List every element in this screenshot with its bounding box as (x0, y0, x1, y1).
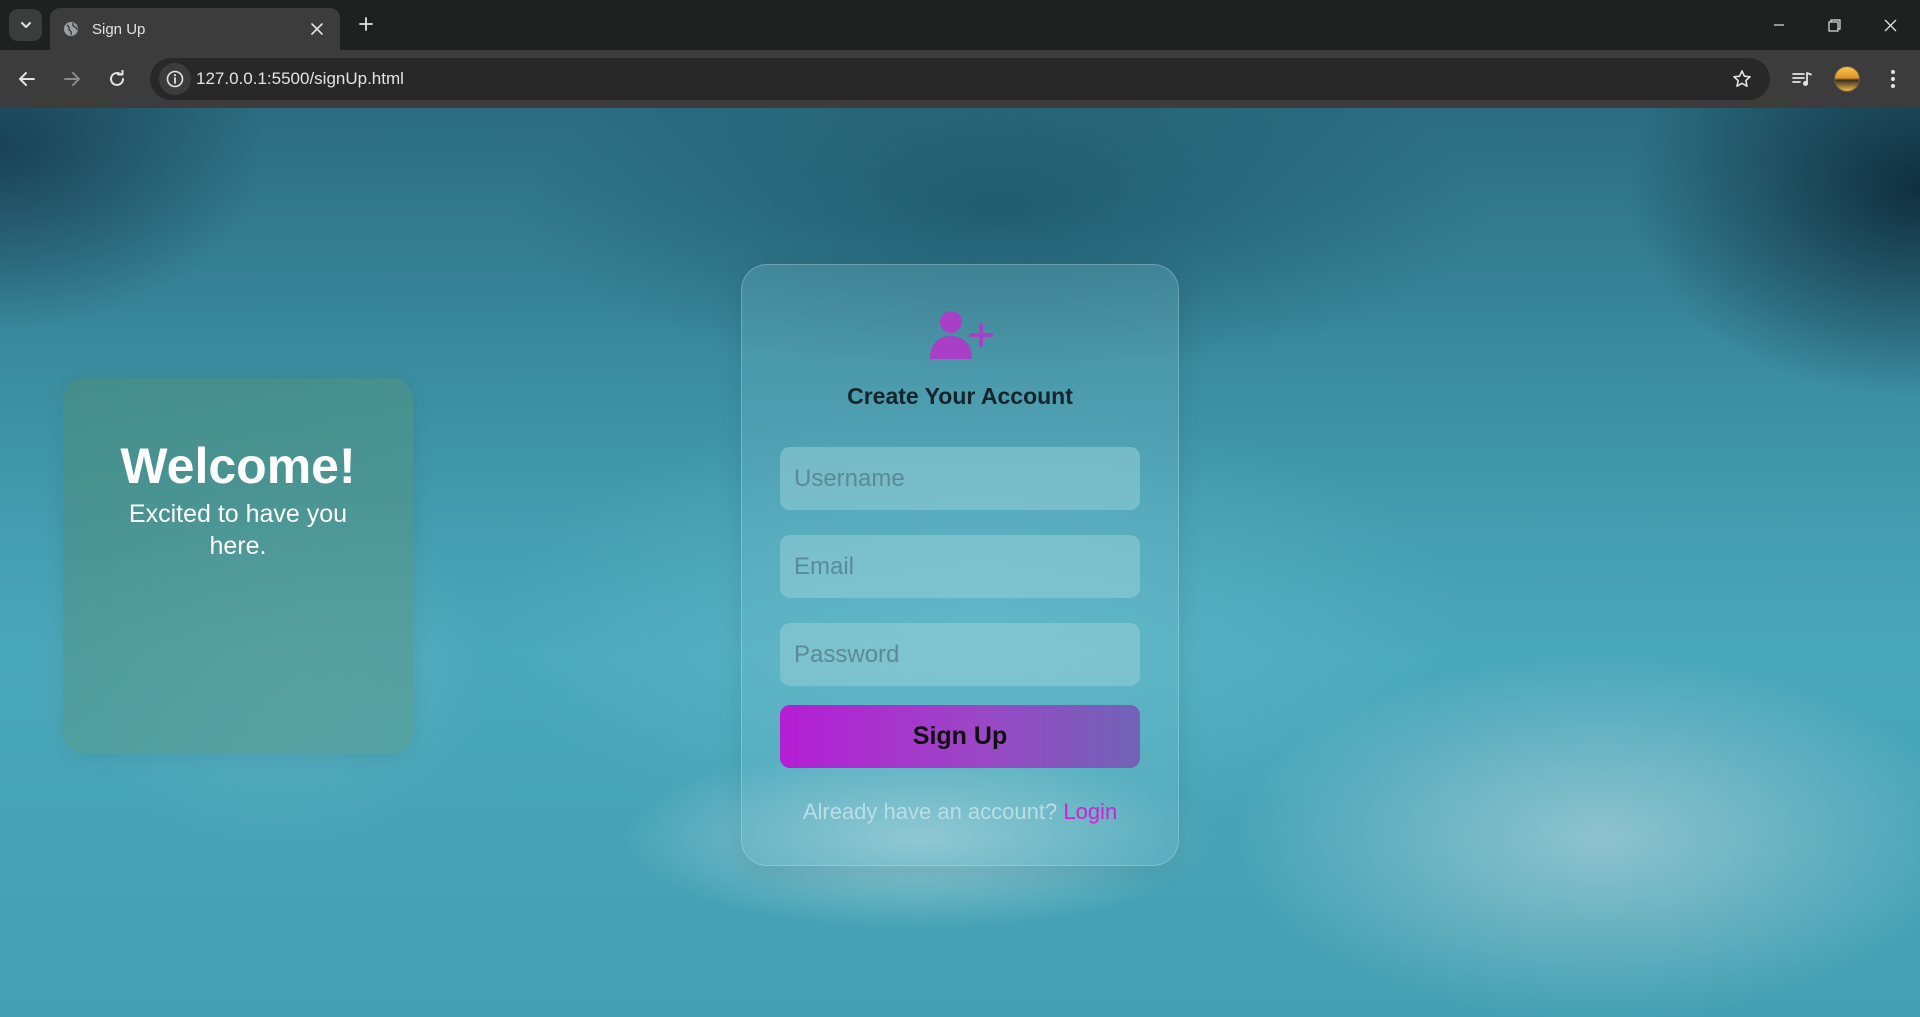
restore-icon (1827, 18, 1841, 32)
close-icon (1884, 19, 1896, 31)
site-info-button[interactable] (159, 63, 191, 95)
plus-icon (359, 17, 373, 31)
media-icon (1792, 72, 1812, 86)
login-link[interactable]: Login (1063, 799, 1117, 824)
restore-button[interactable] (1806, 0, 1862, 50)
star-icon[interactable] (1732, 69, 1752, 89)
close-tab-icon[interactable] (306, 18, 328, 40)
avatar (1834, 66, 1860, 92)
menu-button[interactable] (1876, 62, 1910, 96)
minimize-icon (1774, 24, 1784, 26)
close-window-button[interactable] (1862, 0, 1918, 50)
reload-button[interactable] (100, 62, 134, 96)
back-arrow-icon (19, 72, 35, 86)
tab-title: Sign Up (92, 21, 146, 38)
address-bar[interactable]: 127.0.0.1:5500/signUp.html (150, 58, 1770, 100)
forward-button[interactable] (55, 62, 89, 96)
login-prompt: Already have an account? (802, 799, 1058, 824)
page-viewport: Welcome! Excited to have you here. Creat… (0, 108, 1920, 1017)
info-icon (166, 70, 184, 88)
reload-icon (110, 70, 124, 86)
minimize-button[interactable] (1751, 0, 1807, 50)
globe-icon (63, 21, 79, 37)
chevron-down-icon (20, 22, 31, 28)
signup-card: Create Your Account Sign Up Already have… (741, 264, 1179, 866)
signup-button[interactable]: Sign Up (780, 705, 1140, 768)
welcome-subtitle: Excited to have you here. (128, 500, 348, 560)
profile-button[interactable] (1830, 62, 1864, 96)
welcome-title: Welcome! (120, 438, 356, 494)
url-text[interactable]: 127.0.0.1:5500/signUp.html (196, 69, 404, 89)
user-plus-icon (930, 311, 993, 359)
card-title: Create Your Account (847, 383, 1073, 409)
new-tab-button[interactable] (352, 10, 380, 38)
tab-search-button[interactable] (9, 9, 42, 41)
login-line: Already have an account? Login (742, 799, 1178, 825)
media-control-button[interactable] (1785, 62, 1819, 96)
tab-strip: Sign Up (0, 0, 1920, 50)
browser-toolbar: 127.0.0.1:5500/signUp.html (0, 50, 1920, 108)
kebab-menu-icon (1891, 70, 1895, 88)
password-field[interactable] (780, 623, 1140, 686)
email-field[interactable] (780, 535, 1140, 598)
browser-tab[interactable]: Sign Up (50, 8, 340, 50)
back-button[interactable] (10, 62, 44, 96)
forward-arrow-icon (64, 72, 80, 86)
welcome-card: Welcome! Excited to have you here. (63, 378, 413, 754)
username-field[interactable] (780, 447, 1140, 510)
